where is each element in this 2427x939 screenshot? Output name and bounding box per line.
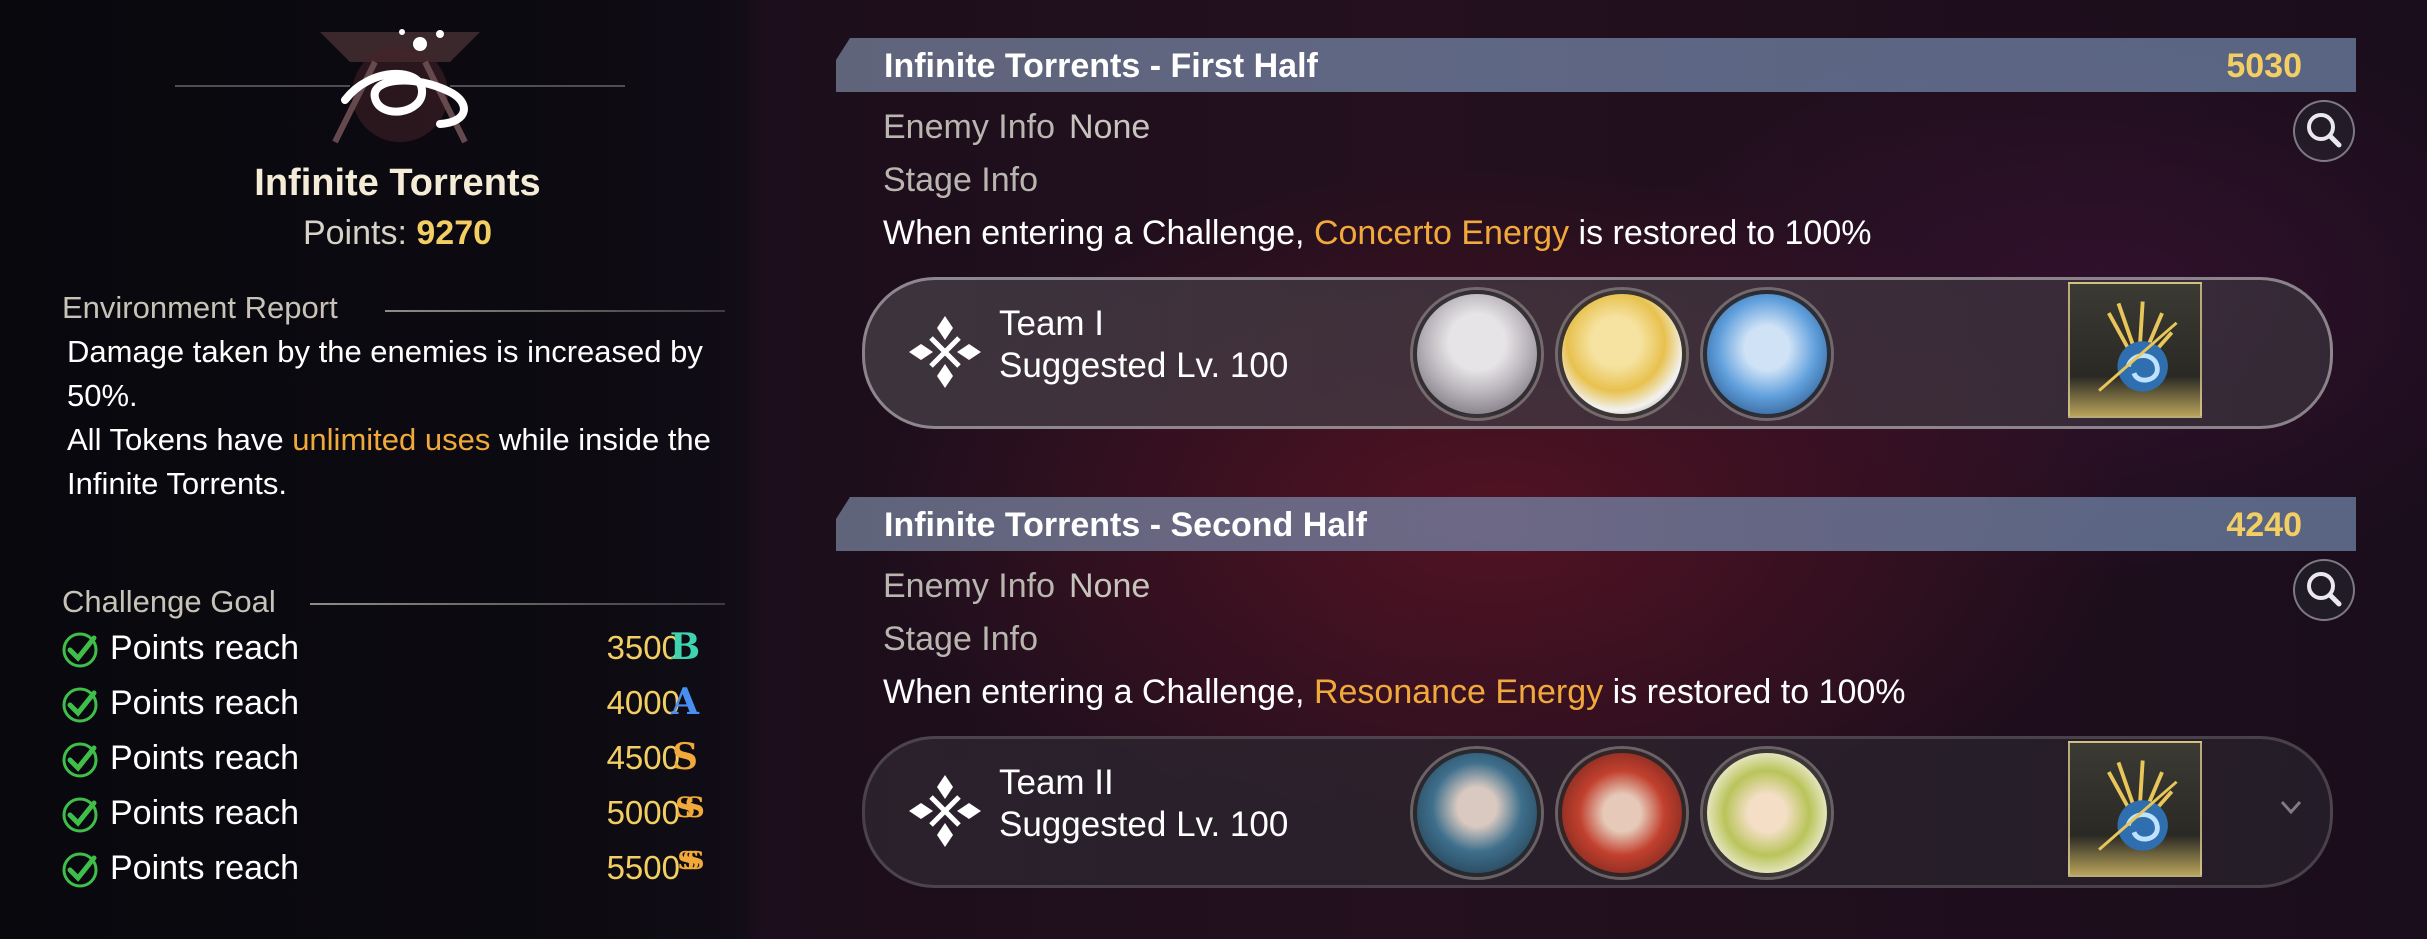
goal-row: Points reach 4000 A <box>60 679 720 729</box>
team-name: Team I <box>999 304 1105 343</box>
check-icon <box>62 797 98 833</box>
desc-segment: When entering a Challenge, <box>883 673 1314 711</box>
points-value: 9270 <box>416 214 493 252</box>
enemy-info-label: Enemy Info <box>883 108 1055 146</box>
character-avatar[interactable] <box>1413 749 1541 877</box>
stage-header-first-half: Infinite Torrents - First Half 5030 <box>836 38 2356 92</box>
check-icon <box>62 852 98 888</box>
divider <box>385 310 725 312</box>
goal-label: Points reach <box>110 684 299 722</box>
unlimited-uses-highlight: unlimited uses <box>292 422 491 457</box>
team-2-panel[interactable]: Team II Suggested Lv. 100 <box>862 736 2333 888</box>
enemy-search-button[interactable] <box>2293 100 2355 162</box>
goal-value: 4500 <box>606 739 680 776</box>
enemy-info: Enemy Info None <box>883 567 1150 606</box>
goal-row: Points reach 4500 S <box>60 734 720 784</box>
check-icon <box>62 687 98 723</box>
stage-name: Infinite Torrents <box>254 162 541 204</box>
enemy-info-value: None <box>1068 567 1151 605</box>
challenge-goal-title: Challenge Goal <box>62 584 276 619</box>
echo-sea-creature-icon <box>2098 760 2178 851</box>
environment-report-title: Environment Report <box>62 290 338 325</box>
divider <box>310 603 725 605</box>
team-crest-icon <box>909 316 981 388</box>
stage-info-label: Stage Info <box>883 620 1039 658</box>
echo-slot[interactable] <box>2068 282 2202 418</box>
grade-b-icon: B <box>669 626 701 668</box>
goal-value: 5500 <box>606 849 680 886</box>
grade-ss-icon: SS <box>675 791 705 824</box>
stage-score: 4240 <box>2226 506 2302 544</box>
points-label: Points: <box>302 214 407 252</box>
goal-value: 3500 <box>606 629 680 666</box>
stage-title: Infinite Torrents - Second Half <box>884 506 1367 544</box>
goal-row: Points reach 5500 SSS <box>60 844 720 894</box>
goal-label: Points reach <box>110 794 299 832</box>
grade-sss-icon: SSS <box>677 846 705 875</box>
echo-slot[interactable] <box>2068 741 2202 877</box>
environment-line-1: Damage taken by the enemies is increased… <box>67 334 703 413</box>
concerto-energy-highlight: Concerto Energy <box>1313 214 1570 252</box>
team-suggested-level: Suggested Lv. 100 <box>999 346 1289 385</box>
magnifier-icon <box>2307 113 2342 148</box>
character-avatar[interactable] <box>1703 749 1831 877</box>
check-icon <box>62 742 98 778</box>
character-avatar[interactable] <box>1558 749 1686 877</box>
stage-title: Infinite Torrents - First Half <box>884 47 1318 85</box>
team-suggested-level: Suggested Lv. 100 <box>999 805 1289 844</box>
team-crest-icon <box>909 775 981 847</box>
echo-sea-creature-icon <box>2098 301 2178 392</box>
stage-description: When entering a Challenge, Concerto Ener… <box>883 214 1871 253</box>
stage-score: 5030 <box>2226 47 2302 85</box>
check-icon <box>62 632 98 668</box>
enemy-info-value: None <box>1068 108 1151 146</box>
desc-segment: When entering a Challenge, <box>883 214 1314 252</box>
goal-row: Points reach 5000 SS <box>60 789 720 839</box>
stage-description: When entering a Challenge, Resonance Ene… <box>883 673 1906 712</box>
goal-label: Points reach <box>110 849 299 887</box>
stage-header-second-half: Infinite Torrents - Second Half 4240 <box>836 497 2356 551</box>
goal-row: Points reach 3500 B <box>60 624 720 674</box>
enemy-info-label: Enemy Info <box>883 567 1055 605</box>
character-avatar[interactable] <box>1703 290 1831 418</box>
environment-report-text: Damage taken by the enemies is increased… <box>67 330 747 506</box>
chevron-down-icon[interactable] <box>2278 794 2304 820</box>
env-text-segment: All Tokens have <box>67 422 293 457</box>
goal-value: 5000 <box>606 794 680 831</box>
grade-a-icon: A <box>671 681 699 723</box>
tower-emblem-icon <box>175 29 625 144</box>
grade-s-icon: S <box>672 736 698 778</box>
character-avatar[interactable] <box>1413 290 1541 418</box>
team-1-panel[interactable]: Team I Suggested Lv. 100 <box>862 277 2333 429</box>
stage-info-label: Stage Info <box>883 161 1039 199</box>
goal-label: Points reach <box>110 739 299 777</box>
desc-segment: is restored to 100% <box>1603 673 1906 711</box>
enemy-search-button[interactable] <box>2293 559 2355 621</box>
goal-value: 4000 <box>606 684 680 721</box>
magnifier-icon <box>2307 572 2342 607</box>
resonance-energy-highlight: Resonance Energy <box>1313 673 1604 711</box>
desc-segment: is restored to 100% <box>1569 214 1872 252</box>
character-avatar[interactable] <box>1558 290 1686 418</box>
team-name: Team II <box>999 763 1114 802</box>
goal-label: Points reach <box>110 629 299 667</box>
enemy-info: Enemy Info None <box>883 108 1150 147</box>
environment-line-2: All Tokens have unlimited uses while ins… <box>67 418 747 506</box>
total-points: Points: 9270 <box>0 214 795 253</box>
